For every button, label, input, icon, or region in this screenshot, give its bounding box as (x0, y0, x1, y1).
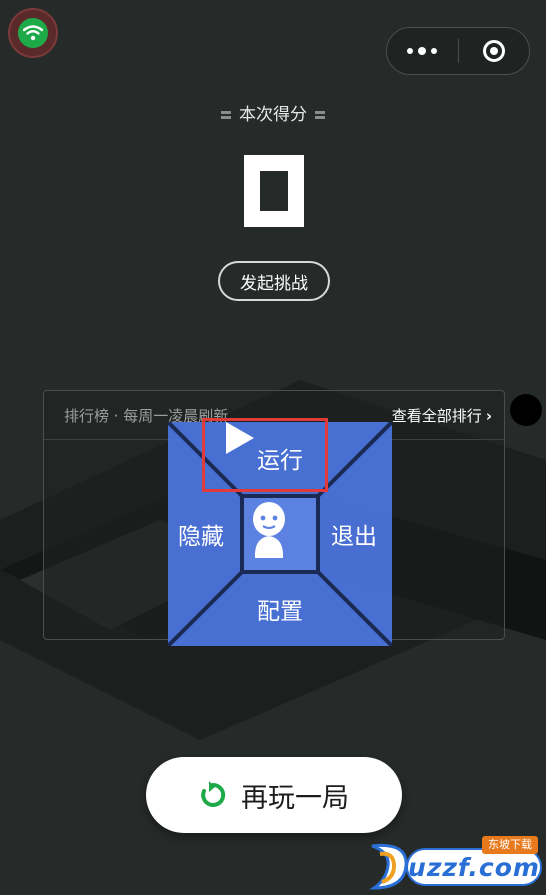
robot-avatar-icon[interactable] (246, 500, 314, 568)
mini-program-capsule (386, 27, 530, 75)
more-dots-icon[interactable] (387, 28, 458, 74)
watermark-tag: 东坡下载 (482, 836, 538, 854)
config-label: 配置 (257, 599, 303, 625)
challenge-button[interactable]: 发起挑战 (218, 261, 330, 301)
chevron-right-icon: › (485, 406, 492, 425)
play-icon (226, 422, 254, 454)
close-target-icon (482, 40, 505, 62)
floating-control-menu: 运行 隐藏 退出 配置 (168, 422, 392, 646)
dash-icon (315, 111, 325, 119)
view-all-label: 查看全部排行 (391, 406, 482, 425)
play-again-button[interactable]: 再玩一局 (146, 757, 402, 833)
exit-button[interactable]: 退出 (331, 517, 377, 551)
score-value: 0 (244, 155, 304, 227)
watermark-text: uzzf.com (408, 852, 540, 882)
view-all-ranking-link[interactable]: 查看全部排行 › (392, 405, 492, 426)
score-title: 本次得分 (0, 100, 546, 125)
run-label: 运行 (257, 448, 303, 474)
hide-button[interactable]: 隐藏 (178, 517, 224, 551)
play-again-label: 再玩一局 (241, 782, 349, 814)
wifi-status-badge[interactable] (8, 8, 58, 58)
hide-label: 隐藏 (178, 524, 224, 550)
close-button[interactable] (459, 28, 530, 74)
exit-label: 退出 (331, 524, 377, 550)
replay-icon (201, 781, 226, 807)
score-title-text: 本次得分 (239, 105, 307, 125)
run-button[interactable]: 运行 (224, 422, 336, 492)
wifi-icon (18, 18, 48, 48)
dash-icon (221, 111, 231, 119)
site-watermark: uzzf.com 东坡下载 (358, 836, 546, 895)
config-button[interactable]: 配置 (257, 592, 303, 626)
